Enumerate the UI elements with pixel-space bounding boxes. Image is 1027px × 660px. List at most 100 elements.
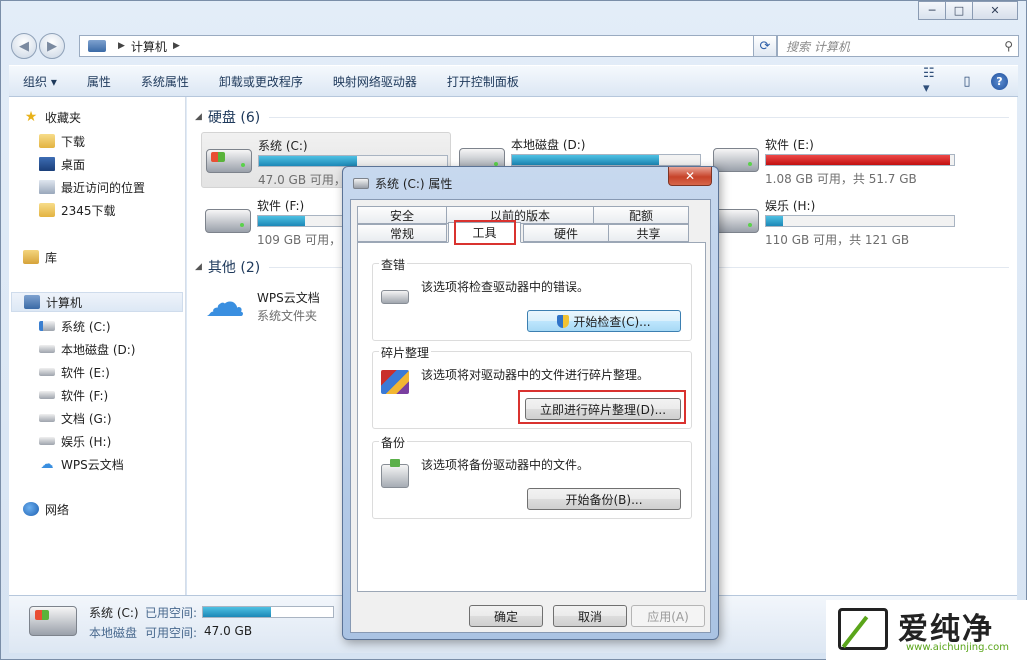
nav-downloads[interactable]: 下载 <box>39 131 85 151</box>
properties-button[interactable]: 属性 <box>87 73 111 90</box>
breadcrumb-separator-icon: ▶ <box>118 41 125 51</box>
preview-pane-icon[interactable]: ▯ <box>957 72 977 90</box>
nav-computer[interactable]: 计算机 <box>11 292 183 312</box>
computer-icon <box>88 40 106 52</box>
usage-fill <box>258 216 305 226</box>
drive-item-h[interactable]: 娱乐 (H:) 110 GB 可用，共 121 GB <box>709 193 959 249</box>
nav-library[interactable]: 库 <box>23 247 57 267</box>
backup-section: 备份 该选项将备份驱动器中的文件。 开始备份(B)... <box>372 434 692 519</box>
star-icon: ★ <box>24 109 38 125</box>
maximize-button[interactable]: □ <box>945 1 973 20</box>
nav-drive-g[interactable]: 文档 (G:) <box>39 408 112 428</box>
desktop-icon <box>39 157 55 171</box>
tab-hardware[interactable]: 硬件 <box>523 224 609 242</box>
tab-security[interactable]: 安全 <box>357 206 447 224</box>
open-control-panel-button[interactable]: 打开控制面板 <box>447 73 519 90</box>
drive-icon <box>39 368 55 376</box>
dialog-body: 安全 以前的版本 配额 常规 工具 硬件 共享 查错 该选项将检查驱动器中的错误… <box>350 199 711 633</box>
search-icon[interactable]: ⚲ <box>1004 39 1013 53</box>
defragment-now-button[interactable]: 立即进行碎片整理(D)... <box>525 398 681 420</box>
forward-button[interactable]: ▶ <box>39 33 65 59</box>
button-label: 立即进行碎片整理(D)... <box>539 402 667 417</box>
breadcrumb-computer[interactable]: 计算机 <box>131 38 167 55</box>
group-header-other[interactable]: ◢ 其他 (2) <box>195 257 260 277</box>
usage-fill <box>512 155 659 165</box>
group-header-hdd[interactable]: ◢ 硬盘 (6) <box>195 107 260 127</box>
nav-label: 系统 (C:) <box>61 319 111 334</box>
check-now-button[interactable]: 开始检查(C)... <box>527 310 681 332</box>
tools-panel: 查错 该选项将检查驱动器中的错误。 开始检查(C)... 碎片整理 该选项将对驱… <box>357 242 706 592</box>
nav-2345-downloads[interactable]: 2345下载 <box>39 200 116 220</box>
folder-icon <box>39 203 55 217</box>
nav-desktop[interactable]: 桌面 <box>39 154 85 174</box>
drive-name: 软件 (F:) <box>257 199 305 213</box>
nav-label: 网络 <box>45 502 70 517</box>
nav-drive-d[interactable]: 本地磁盘 (D:) <box>39 339 135 359</box>
drive-usage-bar <box>511 154 701 166</box>
drive-icon <box>39 345 55 353</box>
system-properties-button[interactable]: 系统属性 <box>141 73 189 90</box>
tab-tools[interactable]: 工具 <box>448 222 521 243</box>
drive-name: 本地磁盘 (D:) <box>511 138 586 152</box>
organize-button[interactable]: 组织 ▾ <box>23 73 57 90</box>
search-input[interactable]: 搜索 计算机 ⚲ <box>777 35 1019 57</box>
computer-icon <box>24 295 40 309</box>
refresh-button[interactable]: ⟳ <box>753 35 777 57</box>
refresh-icon: ⟳ <box>759 38 771 54</box>
nav-recent-places[interactable]: 最近访问的位置 <box>39 177 145 197</box>
network-icon <box>23 502 39 516</box>
help-icon[interactable]: ? <box>991 72 1008 90</box>
breadcrumb-separator-icon: ▶ <box>172 41 180 51</box>
close-button[interactable]: ✕ <box>972 1 1018 20</box>
nav-label: 桌面 <box>61 157 86 172</box>
tab-sharing[interactable]: 共享 <box>608 224 689 242</box>
ok-button[interactable]: 确定 <box>469 605 543 627</box>
nav-label: 收藏夹 <box>45 110 82 125</box>
navigation-pane: ★ 收藏夹 下载 桌面 最近访问的位置 2345下载 库 计算机 系统 (C:) … <box>9 97 186 595</box>
drive-info: 110 GB 可用，共 121 GB <box>765 233 910 247</box>
nav-drive-c[interactable]: 系统 (C:) <box>39 316 111 336</box>
drive-usage-bar <box>765 215 955 227</box>
drive-name: 系统 (C:) <box>258 139 308 153</box>
cloud-icon: ☁ <box>205 280 245 326</box>
map-network-drive-button[interactable]: 映射网络驱动器 <box>333 73 417 90</box>
search-placeholder: 搜索 计算机 <box>786 39 850 54</box>
address-row: ◀ ▶ ▶ 计算机 ▶ ▼ ⟳ 搜索 计算机 ⚲ <box>9 33 1019 59</box>
nav-drive-e[interactable]: 软件 (E:) <box>39 362 110 382</box>
group-label: 硬盘 (6) <box>207 110 261 126</box>
drive-usage-bar <box>765 154 955 166</box>
details-drive-name: 系统 (C:) <box>89 606 139 620</box>
drive-icon <box>39 437 55 445</box>
minimize-button[interactable]: ─ <box>918 1 946 20</box>
drive-name: 软件 (E:) <box>765 138 814 152</box>
watermark: 爱纯净 www.aichunjing.com <box>826 600 1027 660</box>
drive-item-e[interactable]: 软件 (E:) 1.08 GB 可用，共 51.7 GB <box>709 132 959 188</box>
cancel-button[interactable]: 取消 <box>553 605 627 627</box>
tab-general[interactable]: 常规 <box>357 224 447 242</box>
drive-info: 109 GB 可用， <box>257 233 342 247</box>
nav-label: 本地磁盘 (D:) <box>61 342 136 357</box>
nav-drive-f[interactable]: 软件 (F:) <box>39 385 108 405</box>
watermark-url: www.aichunjing.com <box>906 642 1009 653</box>
nav-wps-cloud[interactable]: ☁ WPS云文档 <box>39 454 124 474</box>
uninstall-program-button[interactable]: 卸载或更改程序 <box>219 73 303 90</box>
drive-info: 47.0 GB 可用， <box>258 173 346 187</box>
nav-favorites[interactable]: ★ 收藏夹 <box>23 107 81 127</box>
nav-label: 文档 (G:) <box>61 411 112 426</box>
back-button[interactable]: ◀ <box>11 33 37 59</box>
dialog-close-button[interactable]: ✕ <box>668 167 712 186</box>
section-description: 该选项将检查驱动器中的错误。 <box>421 280 590 294</box>
usage-fill <box>766 216 783 226</box>
details-usage-bar <box>202 606 334 618</box>
back-arrow-icon: ◀ <box>19 38 29 54</box>
tab-quota[interactable]: 配额 <box>593 206 689 224</box>
drive-name: 娱乐 (H:) <box>765 199 816 213</box>
section-title: 查错 <box>379 256 408 273</box>
view-options-icon[interactable]: ☷ ▾ <box>923 66 943 96</box>
nav-network[interactable]: 网络 <box>23 499 69 519</box>
address-bar[interactable]: ▶ 计算机 ▶ ▼ <box>79 35 779 57</box>
apply-button[interactable]: 应用(A) <box>631 605 705 627</box>
nav-drive-h[interactable]: 娱乐 (H:) <box>39 431 111 451</box>
command-bar: 组织 ▾ 属性 系统属性 卸载或更改程序 映射网络驱动器 打开控制面板 ☷ ▾ … <box>9 65 1018 97</box>
backup-now-button[interactable]: 开始备份(B)... <box>527 488 681 510</box>
